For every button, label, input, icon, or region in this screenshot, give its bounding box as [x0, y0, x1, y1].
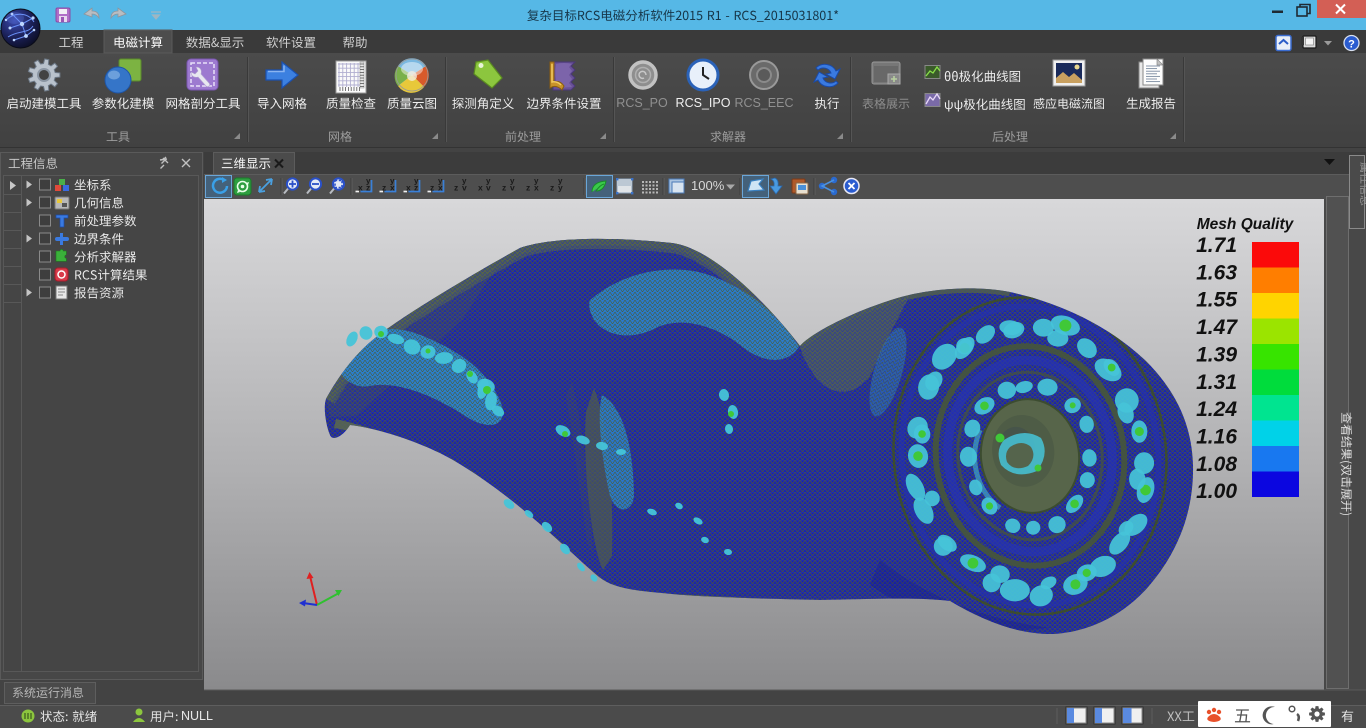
- svg-text:x: x: [478, 183, 483, 193]
- svg-text:x: x: [534, 183, 539, 193]
- svg-text:1.16: 1.16: [1196, 425, 1237, 448]
- svg-text:1.31: 1.31: [1196, 371, 1237, 394]
- svg-text:RCS_IPO: RCS_IPO: [676, 96, 731, 110]
- svg-text:1.39: 1.39: [1196, 343, 1237, 366]
- svg-text:1.00: 1.00: [1196, 480, 1237, 503]
- svg-text:v: v: [510, 183, 515, 193]
- svg-text:1.47: 1.47: [1196, 316, 1238, 339]
- svg-text:v: v: [486, 183, 491, 193]
- svg-text:v: v: [462, 183, 467, 193]
- svg-text:1.08: 1.08: [1196, 453, 1237, 476]
- svg-text:1.55: 1.55: [1196, 289, 1237, 312]
- svg-text:z: z: [526, 183, 530, 193]
- svg-text:?: ?: [1348, 39, 1355, 51]
- svg-text:Mesh Quality: Mesh Quality: [1197, 216, 1295, 233]
- svg-text:RCS_PO: RCS_PO: [616, 96, 668, 110]
- svg-text:1.24: 1.24: [1196, 398, 1237, 421]
- svg-text:z: z: [502, 183, 506, 193]
- svg-text:y: y: [558, 183, 563, 193]
- svg-text:1.71: 1.71: [1196, 234, 1237, 257]
- svg-text:100%: 100%: [691, 178, 725, 193]
- svg-text:1.63: 1.63: [1196, 261, 1237, 284]
- svg-text:z: z: [550, 183, 554, 193]
- svg-text:RCS_EEC: RCS_EEC: [734, 96, 793, 110]
- svg-text:NULL: NULL: [181, 709, 213, 723]
- svg-text:z: z: [454, 183, 458, 193]
